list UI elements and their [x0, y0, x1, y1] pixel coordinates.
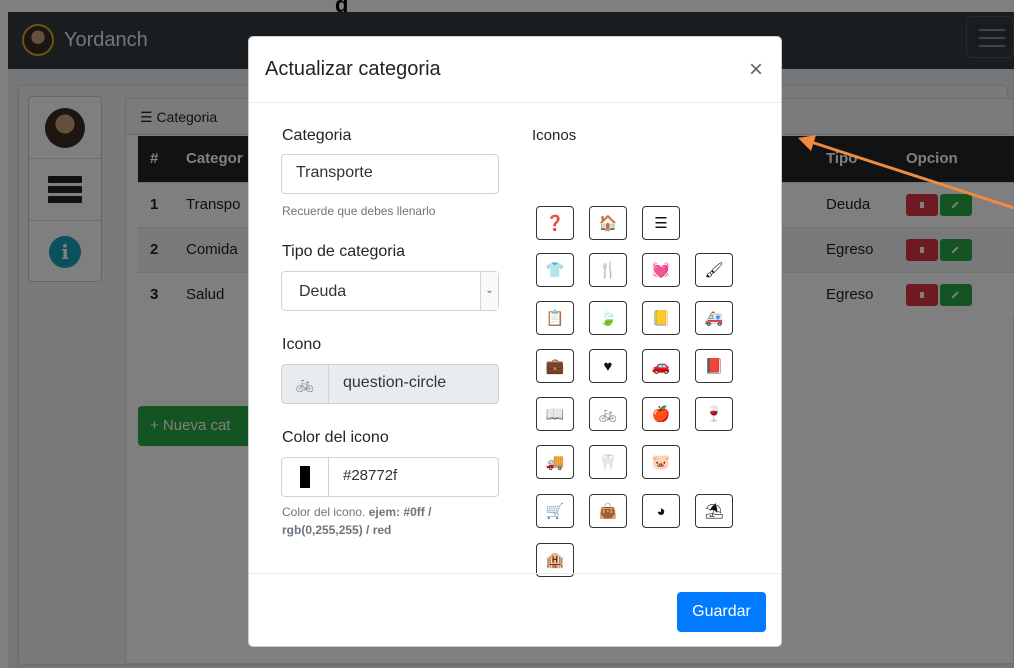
hotel-icon-button[interactable]: 🏨: [536, 543, 574, 577]
ambulance-icon: 🚑: [704, 310, 724, 327]
hotel-icon: 🏨: [545, 552, 565, 569]
wine-glass-icon: 🍷: [704, 406, 724, 423]
color-swatch[interactable]: [281, 457, 329, 497]
shopping-cart-icon: 🛒: [545, 503, 565, 520]
icono-field: 🚲 question-circle: [281, 364, 499, 404]
home-icon: 🏠: [598, 215, 618, 232]
piggy-bank-icon: 🐷: [651, 454, 671, 471]
address-book-icon-button[interactable]: 📒: [642, 301, 680, 335]
color-input[interactable]: #28772f: [329, 457, 499, 497]
chart-pie-icon: ◕: [656, 502, 666, 520]
utensils-icon-button[interactable]: 🍴: [589, 253, 627, 287]
paint-brush-icon-button[interactable]: 🖌: [695, 253, 733, 287]
modal-footer: Guardar: [249, 573, 781, 647]
shopping-cart-icon-button[interactable]: 🛒: [536, 494, 574, 528]
heartbeat-icon-button[interactable]: 💓: [642, 253, 680, 287]
clipboard-icon: 📋: [545, 310, 565, 327]
modal-body: Categoria Transporte Recuerde que debes …: [249, 103, 781, 577]
shopping-bag-icon: 👜: [598, 503, 618, 520]
medkit-icon-button[interactable]: 💼: [536, 349, 574, 383]
bicycle-icon-button[interactable]: 🚲: [589, 397, 627, 431]
heartbeat-icon: 💓: [651, 262, 671, 279]
icono-input: question-circle: [329, 364, 499, 404]
categoria-help: Recuerde que debes llenarlo: [282, 204, 436, 218]
car-icon: 🚗: [651, 358, 671, 375]
leaf-icon-button[interactable]: 🍃: [589, 301, 627, 335]
truck-icon-button[interactable]: 🚚: [536, 445, 574, 479]
list-icon: ☰: [654, 215, 668, 232]
tipo-select[interactable]: Deuda ⌄: [281, 271, 499, 311]
shopping-bag-icon-button[interactable]: 👜: [589, 494, 627, 528]
chart-pie-icon-button[interactable]: ◕: [642, 494, 680, 528]
paint-brush-icon: 🖌: [704, 262, 724, 279]
car-icon-button[interactable]: 🚗: [642, 349, 680, 383]
tooth-icon-button[interactable]: 🦷: [589, 445, 627, 479]
update-category-modal: Actualizar categoria × Categoria Transpo…: [248, 36, 782, 647]
umbrella-beach-icon: ⛱: [704, 503, 724, 520]
heart-icon: ♥: [603, 357, 613, 375]
color-help: Color del icono. ejem: #0ff / rgb(0,255,…: [282, 505, 432, 537]
tooth-icon: 🦷: [598, 454, 618, 471]
categoria-label: Categoria: [282, 127, 352, 144]
save-button[interactable]: Guardar: [677, 592, 766, 632]
icons-title: Iconos: [532, 127, 577, 144]
icono-label: Icono: [282, 336, 322, 353]
question-circle-icon: ❓: [545, 215, 565, 232]
wine-glass-icon-button[interactable]: 🍷: [695, 397, 733, 431]
color-swatch-fill: [300, 466, 310, 488]
tshirt-icon: 👕: [545, 262, 565, 279]
tshirt-icon-button[interactable]: 👕: [536, 253, 574, 287]
modal-header: Actualizar categoria ×: [249, 37, 781, 103]
truck-icon: 🚚: [545, 454, 565, 471]
question-circle-icon-button[interactable]: ❓: [536, 206, 574, 240]
bicycle-icon: 🚲: [281, 364, 329, 404]
close-icon[interactable]: ×: [749, 57, 763, 82]
bicycle-icon: 🚲: [598, 406, 618, 423]
modal-title: Actualizar categoria: [265, 58, 441, 80]
ambulance-icon-button[interactable]: 🚑: [695, 301, 733, 335]
clipboard-icon-button[interactable]: 📋: [536, 301, 574, 335]
color-label: Color del icono: [282, 429, 389, 446]
chevron-down-icon: ⌄: [480, 272, 498, 310]
apple-icon-button[interactable]: 🍎: [642, 397, 680, 431]
list-icon-button[interactable]: ☰: [642, 206, 680, 240]
heart-icon-button[interactable]: ♥: [589, 349, 627, 383]
home-icon-button[interactable]: 🏠: [589, 206, 627, 240]
medkit-icon: 💼: [545, 358, 565, 375]
address-book-icon: 📒: [651, 310, 671, 327]
book-icon: 📕: [704, 358, 724, 375]
categoria-input[interactable]: Transporte: [281, 154, 499, 194]
color-field: #28772f: [281, 457, 499, 497]
book-open-icon-button[interactable]: 📖: [536, 397, 574, 431]
leaf-icon: 🍃: [598, 310, 618, 327]
apple-icon: 🍎: [651, 406, 671, 423]
book-icon-button[interactable]: 📕: [695, 349, 733, 383]
piggy-bank-icon-button[interactable]: 🐷: [642, 445, 680, 479]
umbrella-beach-icon-button[interactable]: ⛱: [695, 494, 733, 528]
tipo-label: Tipo de categoria: [282, 243, 406, 260]
tipo-selected: Deuda: [299, 283, 347, 300]
utensils-icon: 🍴: [598, 262, 618, 279]
book-open-icon: 📖: [545, 406, 565, 423]
